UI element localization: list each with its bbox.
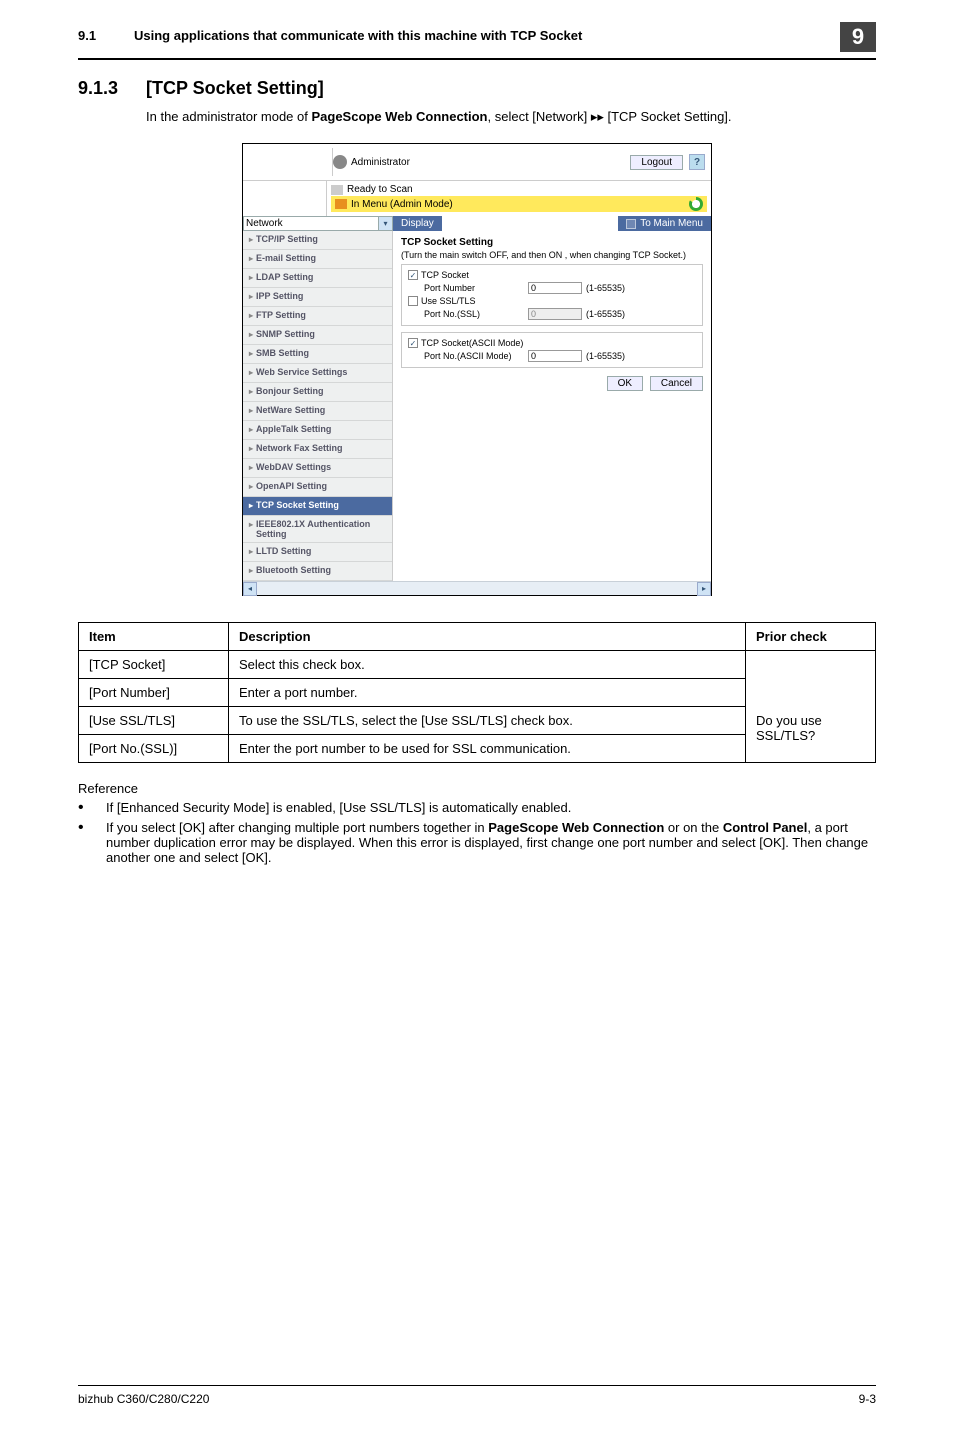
table-row: [Port Number] Enter a port number.	[79, 679, 876, 707]
nav-item-networkfax[interactable]: ▸Network Fax Setting	[243, 440, 392, 459]
page-header: 9.1 Using applications that communicate …	[78, 28, 876, 60]
logout-button[interactable]: Logout	[630, 155, 683, 170]
status-ready: Ready to Scan	[331, 183, 707, 196]
cancel-button[interactable]: Cancel	[650, 376, 703, 391]
header-section-number: 9.1	[78, 28, 134, 43]
screenshot-nav: ▸TCP/IP Setting ▸E-mail Setting ▸LDAP Se…	[243, 231, 393, 581]
nav-item-ftp[interactable]: ▸FTP Setting	[243, 307, 392, 326]
content-title: TCP Socket Setting	[401, 237, 703, 248]
main-menu-icon	[626, 219, 636, 229]
reference-item: • If [Enhanced Security Mode] is enabled…	[78, 800, 876, 816]
tcp-socket-checkbox[interactable]: ✓	[408, 270, 418, 280]
logo-placeholder	[249, 148, 333, 176]
header-section-title: Using applications that communicate with…	[134, 28, 840, 43]
nav-item-ieee8021x[interactable]: ▸IEEE802.1X Authentication Setting	[243, 516, 392, 543]
select-dropdown-icon[interactable]: ▾	[379, 216, 393, 231]
to-main-menu-button[interactable]: To Main Menu	[618, 216, 711, 231]
nav-item-bluetooth[interactable]: ▸Bluetooth Setting	[243, 562, 392, 581]
refresh-icon[interactable]	[689, 197, 703, 211]
footer-left: bizhub C360/C280/C220	[78, 1392, 209, 1406]
section-number: 9.1.3	[78, 78, 146, 99]
port-ssl-input[interactable]	[528, 308, 582, 320]
scroll-left-icon[interactable]: ◂	[243, 582, 257, 596]
nav-item-webdav[interactable]: ▸WebDAV Settings	[243, 459, 392, 478]
screenshot: Administrator Logout ? Ready to Scan In …	[242, 143, 712, 596]
port-number-input[interactable]	[528, 282, 582, 294]
section-title: [TCP Socket Setting]	[146, 78, 324, 99]
warning-icon	[335, 199, 347, 209]
reference-title: Reference	[78, 781, 876, 796]
nav-item-smb[interactable]: ▸SMB Setting	[243, 345, 392, 364]
scroll-right-icon[interactable]: ▸	[697, 582, 711, 596]
th-desc: Description	[229, 623, 746, 651]
nav-item-ipp[interactable]: ▸IPP Setting	[243, 288, 392, 307]
screenshot-topbar: Administrator Logout ?	[243, 144, 711, 181]
table-row: [Use SSL/TLS] To use the SSL/TLS, select…	[79, 707, 876, 735]
table-row: [TCP Socket] Select this check box.	[79, 651, 876, 679]
content-box-2: ✓TCP Socket(ASCII Mode) Port No.(ASCII M…	[401, 332, 703, 368]
th-item: Item	[79, 623, 229, 651]
nav-item-appletalk[interactable]: ▸AppleTalk Setting	[243, 421, 392, 440]
nav-item-tcpsocket[interactable]: ▸TCP Socket Setting	[243, 497, 392, 516]
nav-item-lltd[interactable]: ▸LLTD Setting	[243, 543, 392, 562]
nav-item-netware[interactable]: ▸NetWare Setting	[243, 402, 392, 421]
help-button[interactable]: ?	[689, 154, 705, 170]
screenshot-status: Ready to Scan In Menu (Admin Mode)	[243, 181, 711, 216]
port-ascii-input[interactable]	[528, 350, 582, 362]
use-ssl-checkbox[interactable]	[408, 296, 418, 306]
nav-item-webservice[interactable]: ▸Web Service Settings	[243, 364, 392, 383]
screenshot-filter: Network ▾ Display To Main Menu	[243, 216, 711, 231]
printer-icon	[331, 185, 343, 195]
footer-right: 9-3	[859, 1392, 876, 1406]
nav-item-ldap[interactable]: ▸LDAP Setting	[243, 269, 392, 288]
nav-item-snmp[interactable]: ▸SNMP Setting	[243, 326, 392, 345]
reference-block: Reference • If [Enhanced Security Mode] …	[78, 781, 876, 865]
section-heading: 9.1.3 [TCP Socket Setting]	[78, 78, 876, 99]
reference-item: • If you select [OK] after changing mult…	[78, 820, 876, 865]
th-prior: Prior check	[746, 623, 876, 651]
scrollbar[interactable]: ◂ ▸	[243, 581, 711, 595]
admin-icon	[333, 155, 347, 169]
nav-item-tcpip[interactable]: ▸TCP/IP Setting	[243, 231, 392, 250]
nav-item-openapi[interactable]: ▸OpenAPI Setting	[243, 478, 392, 497]
content-note: (Turn the main switch OFF, and then ON ,…	[401, 250, 703, 260]
status-menu: In Menu (Admin Mode)	[331, 196, 707, 212]
description-table: Item Description Prior check [TCP Socket…	[78, 622, 876, 763]
page-footer: bizhub C360/C280/C220 9-3	[78, 1385, 876, 1406]
screenshot-content: TCP Socket Setting (Turn the main switch…	[393, 231, 711, 581]
chapter-badge: 9	[840, 22, 876, 52]
nav-item-bonjour[interactable]: ▸Bonjour Setting	[243, 383, 392, 402]
nav-item-email[interactable]: ▸E-mail Setting	[243, 250, 392, 269]
section-intro: In the administrator mode of PageScope W…	[146, 109, 876, 125]
content-box-1: ✓TCP Socket Port Number(1-65535) Use SSL…	[401, 264, 703, 326]
tcp-ascii-checkbox[interactable]: ✓	[408, 338, 418, 348]
display-button[interactable]: Display	[393, 216, 442, 231]
admin-label: Administrator	[351, 157, 626, 168]
category-select[interactable]: Network	[243, 216, 379, 231]
ok-button[interactable]: OK	[607, 376, 643, 391]
